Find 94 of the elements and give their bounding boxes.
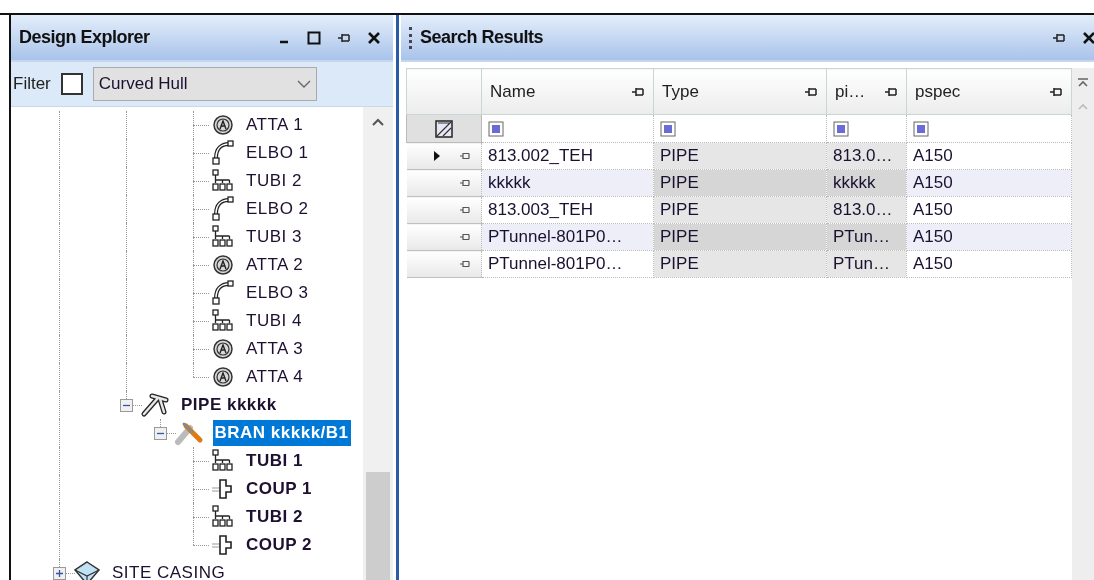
pin-icon[interactable]: [1052, 31, 1066, 44]
tree-item[interactable]: TUBI 1: [244, 448, 305, 474]
table-cell: 813.0…: [826, 142, 907, 170]
tree-item[interactable]: TUBI 2: [244, 168, 304, 194]
panel-title: Search Results: [420, 26, 545, 49]
grip-icon[interactable]: [409, 26, 412, 49]
hierarchy-icon: [211, 169, 235, 193]
tree-item[interactable]: ATTA 2: [244, 252, 306, 278]
ring-icon: [211, 365, 235, 389]
tree-item[interactable]: PIPE kkkkk: [179, 392, 279, 418]
table-cell: 813.002_TEH: [481, 142, 654, 170]
table-cell: PTunnel-801P0…: [481, 223, 654, 251]
tree-item[interactable]: BRAN kkkkk/B1: [212, 420, 351, 446]
table-cell: PTun…: [826, 223, 907, 251]
filter-icon[interactable]: [833, 120, 849, 137]
pin-icon[interactable]: [631, 85, 645, 98]
close-icon[interactable]: [1082, 30, 1094, 45]
scroll-top-icon[interactable]: [1077, 78, 1089, 88]
panel-title: Design Explorer: [19, 26, 151, 49]
table-cell: kkkkk: [481, 169, 654, 197]
current-row-icon: [433, 150, 441, 162]
elbow-icon: [211, 140, 235, 166]
filter-label: Filter: [13, 73, 51, 96]
clear-filter-icon[interactable]: [406, 114, 482, 143]
scrollbar-thumb[interactable]: [366, 472, 391, 580]
filter-icon[interactable]: [488, 120, 504, 137]
table-cell: PTunnel-801P0…: [481, 250, 654, 278]
ring-icon: [211, 113, 235, 137]
column-header[interactable]: Type: [653, 68, 827, 115]
maximize-icon[interactable]: [307, 30, 322, 45]
tree-item[interactable]: ATTA 3: [244, 336, 306, 362]
filter-icon[interactable]: [660, 120, 676, 137]
table-cell: kkkkk: [826, 169, 907, 197]
tree-item[interactable]: ELBO 2: [244, 196, 311, 222]
table-cell: A150: [906, 250, 1072, 278]
expand-icon[interactable]: [53, 567, 66, 580]
pipe-tee-icon: [140, 392, 170, 418]
hierarchy-icon: [211, 225, 235, 249]
tree-item[interactable]: ELBO 1: [244, 140, 311, 166]
pin-icon[interactable]: [337, 31, 352, 44]
tree-item[interactable]: COUP 2: [244, 532, 314, 558]
chevron-down-icon: [296, 79, 311, 89]
pin-icon[interactable]: [459, 178, 471, 188]
tree-item[interactable]: TUBI 3: [244, 224, 304, 250]
elbow-icon: [211, 196, 235, 222]
pin-icon[interactable]: [804, 85, 818, 98]
coupling-icon: [211, 533, 235, 557]
column-header[interactable]: pspec: [906, 68, 1072, 115]
table-cell: PIPE: [653, 223, 827, 251]
filter-icon[interactable]: [913, 120, 929, 137]
column-header[interactable]: pi…: [826, 68, 907, 115]
collapse-icon[interactable]: [153, 427, 167, 440]
filter-dropdown[interactable]: Curved Hull: [92, 67, 317, 101]
pin-icon[interactable]: [459, 151, 471, 161]
elbow-icon: [211, 280, 235, 306]
hierarchy-icon: [211, 449, 235, 473]
tree-item[interactable]: SITE CASING: [110, 560, 228, 580]
collapse-icon[interactable]: [120, 399, 133, 412]
pin-icon[interactable]: [459, 205, 471, 215]
pin-icon[interactable]: [884, 85, 898, 98]
row-header[interactable]: [406, 142, 482, 170]
scrollbar[interactable]: [1072, 68, 1094, 580]
tree-item[interactable]: COUP 1: [244, 476, 314, 502]
table-cell: PIPE: [653, 196, 827, 224]
cube-icon: [73, 560, 101, 580]
filter-checkbox[interactable]: [60, 73, 83, 95]
pipe-section-icon: [173, 420, 204, 446]
hierarchy-icon: [211, 309, 235, 333]
table-cell: PIPE: [653, 250, 827, 278]
pin-icon[interactable]: [459, 232, 471, 242]
table-cell: A150: [906, 223, 1072, 251]
pin-icon[interactable]: [459, 259, 471, 269]
tree-item[interactable]: ATTA 4: [244, 364, 306, 390]
ring-icon: [211, 253, 235, 277]
column-header[interactable]: Name: [481, 68, 654, 115]
table-cell: PTun…: [826, 250, 907, 278]
close-icon[interactable]: [367, 30, 382, 45]
pin-icon[interactable]: [1049, 85, 1063, 98]
ring-icon: [211, 337, 235, 361]
table-cell: 813.0…: [826, 196, 907, 224]
tree-item[interactable]: ATTA 1: [244, 112, 306, 138]
table-cell: PIPE: [653, 142, 827, 170]
scrollbar[interactable]: [363, 107, 394, 580]
table-cell: A150: [906, 142, 1072, 170]
table-cell: PIPE: [653, 169, 827, 197]
table-cell: 813.003_TEH: [481, 196, 654, 224]
hierarchy-icon: [211, 505, 235, 529]
table-cell: A150: [906, 196, 1072, 224]
scroll-up-icon[interactable]: [371, 117, 386, 127]
coupling-icon: [211, 477, 235, 501]
tree-item[interactable]: TUBI 4: [244, 308, 304, 334]
table-cell: A150: [906, 169, 1072, 197]
tree-item[interactable]: TUBI 2: [244, 504, 305, 530]
tree-item[interactable]: ELBO 3: [244, 280, 311, 306]
